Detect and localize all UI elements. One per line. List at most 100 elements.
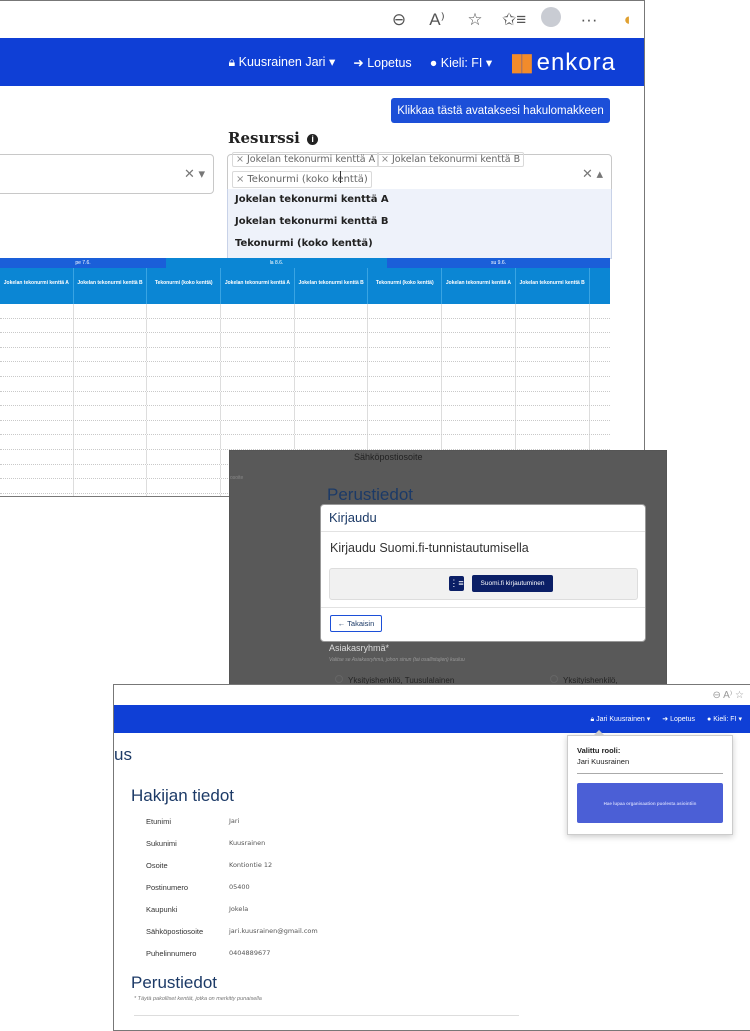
table-cell[interactable]: [516, 304, 590, 318]
resource-multiselect[interactable]: × Jokelan tekonurmi kenttä A × Jokelan tek…: [227, 152, 612, 191]
table-cell[interactable]: [516, 406, 590, 420]
table-cell[interactable]: [74, 435, 148, 449]
table-cell[interactable]: [442, 406, 516, 420]
table-cell[interactable]: [0, 391, 74, 406]
user-menu[interactable]: 🔒︎ Jari Kuusrainen ▾: [590, 715, 650, 724]
favorites-list-icon[interactable]: ✩≡: [502, 10, 526, 30]
table-cell[interactable]: [221, 304, 295, 318]
table-cell[interactable]: [442, 347, 516, 362]
table-cell[interactable]: [516, 333, 590, 347]
table-cell[interactable]: [74, 304, 148, 318]
select-clear-chevron-icon[interactable]: ✕ ▴: [582, 166, 603, 182]
table-cell[interactable]: [442, 420, 516, 435]
table-cell[interactable]: [516, 318, 590, 333]
table-cell[interactable]: [147, 318, 222, 333]
tag-remove-icon[interactable]: ×: [236, 174, 244, 185]
table-cell[interactable]: [442, 304, 516, 318]
table-cell[interactable]: [0, 347, 74, 362]
table-cell[interactable]: [74, 347, 148, 362]
table-cell[interactable]: [74, 449, 148, 464]
dropdown-option[interactable]: Jokelan tekonurmi kenttä B: [228, 211, 611, 233]
tag-remove-icon[interactable]: ×: [381, 154, 389, 165]
info-icon[interactable]: i: [307, 134, 319, 145]
table-cell[interactable]: [0, 493, 74, 496]
table-cell[interactable]: [74, 479, 148, 493]
radio-circle[interactable]: [550, 675, 558, 683]
resource-tag[interactable]: × Jokelan tekonurmi kenttä A: [232, 152, 380, 167]
table-cell[interactable]: [221, 347, 295, 362]
profile-avatar-icon[interactable]: [540, 7, 562, 32]
language-menu[interactable]: ● Kieli: FI ▾: [430, 55, 493, 70]
table-cell[interactable]: [368, 362, 443, 376]
tag-remove-icon[interactable]: ×: [236, 154, 244, 165]
browser-icons[interactable]: ⊖ A⁾ ☆: [713, 690, 744, 701]
table-cell[interactable]: [221, 318, 295, 333]
table-cell[interactable]: [516, 420, 590, 435]
table-cell[interactable]: [147, 391, 222, 406]
table-cell[interactable]: [221, 406, 295, 420]
table-cell[interactable]: [368, 435, 443, 449]
table-cell[interactable]: [221, 376, 295, 391]
radio-circle[interactable]: [335, 675, 343, 683]
logout-link[interactable]: ➜ Lopetus: [662, 715, 695, 723]
table-cell[interactable]: [368, 318, 443, 333]
table-cell[interactable]: [221, 420, 295, 435]
table-cell[interactable]: [295, 376, 369, 391]
table-cell[interactable]: [0, 464, 74, 479]
table-cell[interactable]: [516, 435, 590, 449]
table-cell[interactable]: [0, 435, 74, 449]
table-cell[interactable]: [295, 362, 369, 376]
dropdown-option[interactable]: Tekonurmi (koko kenttä): [228, 233, 611, 255]
table-cell[interactable]: [295, 304, 369, 318]
table-cell[interactable]: [0, 406, 74, 420]
table-cell[interactable]: [516, 347, 590, 362]
table-cell[interactable]: [147, 435, 222, 449]
table-cell[interactable]: [442, 435, 516, 449]
table-cell[interactable]: [295, 333, 369, 347]
logout-link[interactable]: ➜ Lopetus: [353, 55, 411, 70]
table-cell[interactable]: [368, 406, 443, 420]
resource-tag[interactable]: × Tekonurmi (koko kenttä): [232, 171, 372, 188]
table-cell[interactable]: [368, 391, 443, 406]
table-cell[interactable]: [0, 318, 74, 333]
table-cell[interactable]: [368, 304, 443, 318]
select-clear-chevron-icon[interactable]: ✕ ▾: [184, 166, 205, 182]
table-cell[interactable]: [221, 435, 295, 449]
user-menu[interactable]: 🔒︎ Kuusrainen Jari ▾: [228, 54, 335, 70]
table-cell[interactable]: [74, 420, 148, 435]
table-cell[interactable]: [74, 362, 148, 376]
table-cell[interactable]: [147, 449, 222, 464]
more-icon[interactable]: ···: [578, 10, 600, 30]
zoom-icon[interactable]: ⊖: [388, 10, 410, 30]
table-cell[interactable]: [147, 464, 222, 479]
table-cell[interactable]: [0, 479, 74, 493]
table-cell[interactable]: [295, 435, 369, 449]
table-cell[interactable]: [221, 333, 295, 347]
table-cell[interactable]: [74, 493, 148, 496]
table-cell[interactable]: [0, 362, 74, 376]
dropdown-option[interactable]: Jokelan tekonurmi kenttä A: [228, 189, 611, 211]
table-cell[interactable]: [74, 333, 148, 347]
table-cell[interactable]: [74, 318, 148, 333]
table-cell[interactable]: [295, 420, 369, 435]
read-aloud-icon[interactable]: A⁾: [426, 10, 448, 30]
suomifi-login-button[interactable]: Suomi.fi kirjautuminen: [472, 575, 553, 592]
table-cell[interactable]: [221, 362, 295, 376]
enkora-logo[interactable]: ▮▮ enkora: [510, 48, 616, 77]
table-cell[interactable]: [0, 304, 74, 318]
language-menu[interactable]: ● Kieli: FI ▾: [707, 715, 742, 723]
table-cell[interactable]: [368, 376, 443, 391]
table-cell[interactable]: [516, 362, 590, 376]
table-cell[interactable]: [74, 464, 148, 479]
table-cell[interactable]: [147, 406, 222, 420]
table-cell[interactable]: [295, 406, 369, 420]
table-cell[interactable]: [442, 362, 516, 376]
table-cell[interactable]: [74, 406, 148, 420]
back-button[interactable]: ← Takaisin: [330, 615, 382, 632]
table-cell[interactable]: [0, 449, 74, 464]
table-cell[interactable]: [147, 420, 222, 435]
table-cell[interactable]: [74, 376, 148, 391]
table-cell[interactable]: [516, 376, 590, 391]
extension-icon[interactable]: ◖: [616, 10, 638, 30]
table-cell[interactable]: [0, 420, 74, 435]
